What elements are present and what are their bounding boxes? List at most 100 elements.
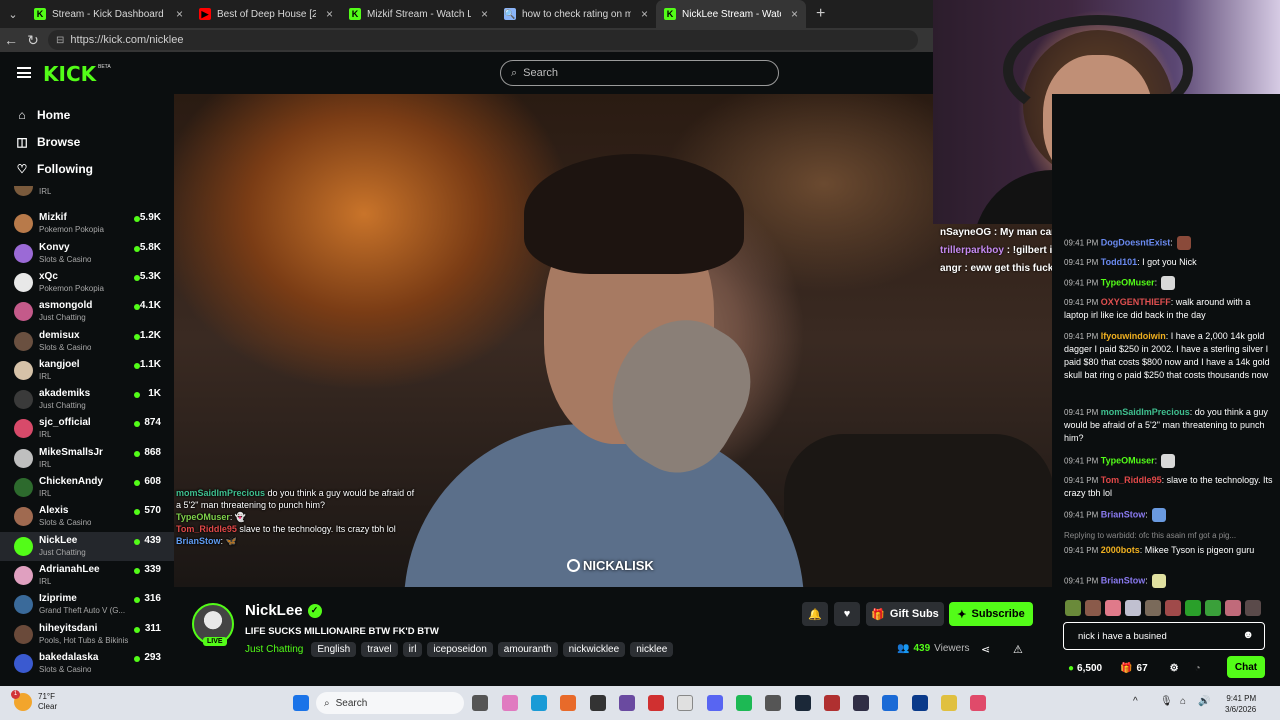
- emote[interactable]: [1245, 600, 1261, 616]
- followed-channel[interactable]: Mizkif Pokemon Pokopia 5.9K: [0, 209, 174, 238]
- chat-username[interactable]: BrianStow: [1101, 509, 1146, 519]
- microphone-icon[interactable]: 🎙: [1160, 696, 1173, 707]
- emote[interactable]: [1225, 600, 1241, 616]
- notification-bell-button[interactable]: 🔔: [802, 602, 828, 626]
- browser-tab[interactable]: K NickLee Stream - Watch Live o ×: [656, 0, 806, 28]
- emoji-icon[interactable]: ☻: [1242, 629, 1254, 641]
- chat-message[interactable]: 09:41 PM TypeOMuser:: [1064, 276, 1274, 290]
- chat-username[interactable]: Todd101: [1101, 257, 1137, 267]
- volume-icon[interactable]: 🔊: [1198, 696, 1210, 707]
- new-tab-button[interactable]: +: [816, 5, 825, 23]
- chevron-up-icon[interactable]: ^: [1133, 696, 1138, 707]
- followed-channel[interactable]: ChickenAndy IRL 608: [0, 473, 174, 502]
- chat-message[interactable]: 09:41 PM DogDoesntExist:: [1064, 236, 1274, 250]
- report-icon[interactable]: ⚠: [1013, 643, 1023, 656]
- followed-channel[interactable]: hiheyitsdani Pools, Hot Tubs & Bikinis 311: [0, 620, 174, 649]
- reload-icon[interactable]: ↻: [22, 32, 44, 49]
- chat-message[interactable]: 09:41 PM OXYGENTHIEFF: walk around with …: [1064, 296, 1274, 322]
- emote[interactable]: [1065, 600, 1081, 616]
- follow-button[interactable]: ♥: [834, 602, 860, 626]
- steam-icon[interactable]: [795, 695, 811, 711]
- search-input[interactable]: ⌕ Search: [500, 60, 779, 86]
- followed-channel[interactable]: bakedalaska Slots & Casino 293: [0, 649, 174, 678]
- chat-message[interactable]: 09:41 PM BrianStow:: [1064, 508, 1274, 522]
- followed-channel[interactable]: IRL: [0, 186, 174, 200]
- emote[interactable]: [1125, 600, 1141, 616]
- emote[interactable]: [1205, 600, 1221, 616]
- browser-tab[interactable]: K Stream - Kick Dashboard ×: [26, 0, 191, 28]
- followed-channel[interactable]: kangjoel IRL 1.1K: [0, 356, 174, 385]
- followed-channel[interactable]: xQc Pokemon Pokopia 5.3K: [0, 268, 174, 297]
- chat-username[interactable]: TypeOMuser: [1101, 455, 1155, 465]
- url-field[interactable]: ⊟ https://kick.com/nicklee: [48, 30, 918, 50]
- browser-tab[interactable]: ▶ Best of Deep House [2026] | C ×: [191, 0, 341, 28]
- app-icon[interactable]: [912, 695, 928, 711]
- emote[interactable]: [1085, 600, 1101, 616]
- app-icon[interactable]: [648, 695, 664, 711]
- chat-input[interactable]: nick i have a busined ☻: [1063, 622, 1265, 650]
- app-icon[interactable]: [882, 695, 898, 711]
- network-icon[interactable]: ⌂: [1180, 696, 1186, 707]
- video-player[interactable]: momSaidImPrecious do you think a guy wou…: [174, 94, 1052, 587]
- chat-message[interactable]: 09:41 PM lfyouwindoiwin: I have a 2,000 …: [1064, 330, 1274, 382]
- chat-username[interactable]: Tom_Riddle95: [1101, 475, 1162, 485]
- stream-tag[interactable]: iceposeidon: [427, 642, 493, 657]
- followed-channel[interactable]: akademiks Just Chatting 1K: [0, 385, 174, 414]
- weather-widget[interactable]: 1 71°F Clear: [11, 690, 57, 712]
- site-info-icon[interactable]: ⊟: [56, 35, 64, 46]
- spotify-icon[interactable]: [736, 695, 752, 711]
- chat-username[interactable]: 2000bots: [1101, 545, 1140, 555]
- discord-icon[interactable]: [707, 695, 723, 711]
- stream-tag[interactable]: nicklee: [630, 642, 674, 657]
- stream-tag[interactable]: irl: [402, 642, 423, 657]
- followed-channel[interactable]: MikeSmallsJr IRL 868: [0, 444, 174, 473]
- followed-channel[interactable]: Konvy Slots & Casino 5.8K: [0, 239, 174, 268]
- nav-home[interactable]: ⌂ Home: [16, 108, 70, 122]
- app-icon[interactable]: [970, 695, 986, 711]
- app-icon[interactable]: [765, 695, 781, 711]
- tab-search-icon[interactable]: ⌄: [0, 8, 26, 21]
- followed-channel[interactable]: sjc_official IRL 874: [0, 414, 174, 443]
- app-icon[interactable]: [619, 695, 635, 711]
- close-tab-icon[interactable]: ×: [641, 7, 648, 21]
- timer-icon[interactable]: ◔: [1195, 663, 1201, 674]
- followed-channel[interactable]: AdrianahLee IRL 339: [0, 561, 174, 590]
- chat-username[interactable]: BrianStow: [1101, 575, 1146, 585]
- stream-tag[interactable]: amouranth: [497, 642, 558, 657]
- chat-username[interactable]: TypeOMuser: [1101, 277, 1155, 287]
- chat-message[interactable]: 09:41 PM BrianStow:: [1064, 574, 1274, 588]
- followed-channel[interactable]: Alexis Slots & Casino 570: [0, 502, 174, 531]
- chat-message[interactable]: 09:41 PM momSaidImPrecious: do you think…: [1064, 406, 1274, 445]
- close-tab-icon[interactable]: ×: [791, 7, 798, 21]
- chat-message[interactable]: 09:41 PM TypeOMuser:: [1064, 454, 1274, 468]
- system-clock[interactable]: 9:41 PM 3/6/2026: [1225, 693, 1256, 715]
- streamer-name[interactable]: NickLee: [245, 602, 303, 619]
- followed-channel[interactable]: Iziprime Grand Theft Auto V (G... 316: [0, 590, 174, 619]
- task-view-icon[interactable]: [472, 695, 488, 711]
- subscribe-button[interactable]: ✦ Subscribe: [949, 602, 1033, 626]
- share-icon[interactable]: ⋖: [981, 643, 990, 656]
- emote[interactable]: [1185, 600, 1201, 616]
- chat-message[interactable]: 09:41 PM Tom_Riddle95: slave to the tech…: [1064, 474, 1274, 500]
- app-icon[interactable]: [941, 695, 957, 711]
- windows-start-icon[interactable]: [293, 695, 309, 711]
- nav-browse[interactable]: ◫ Browse: [16, 135, 80, 149]
- emote[interactable]: [1105, 600, 1121, 616]
- gift-subs-button[interactable]: 🎁 Gift Subs: [866, 602, 944, 626]
- followed-channel[interactable]: demisux Slots & Casino 1.2K: [0, 327, 174, 356]
- browser-tab[interactable]: 🔍 how to check rating on marketpla ×: [496, 0, 656, 28]
- menu-icon[interactable]: [17, 67, 31, 78]
- kick-logo[interactable]: KICK: [43, 62, 96, 86]
- settings-icon[interactable]: ⚙: [1170, 663, 1179, 674]
- chat-username[interactable]: DogDoesntExist: [1101, 237, 1171, 247]
- chat-username[interactable]: OXYGENTHIEFF: [1101, 297, 1171, 307]
- nav-following[interactable]: ♡ Following: [16, 162, 93, 176]
- close-tab-icon[interactable]: ×: [176, 7, 183, 21]
- chat-username[interactable]: lfyouwindoiwin: [1101, 331, 1166, 341]
- app-icon[interactable]: [824, 695, 840, 711]
- firefox-icon[interactable]: [560, 695, 576, 711]
- category-link[interactable]: Just Chatting: [245, 644, 303, 655]
- stream-tag[interactable]: travel: [361, 642, 398, 657]
- itunes-icon[interactable]: [677, 695, 693, 711]
- chat-username[interactable]: momSaidImPrecious: [1101, 407, 1190, 417]
